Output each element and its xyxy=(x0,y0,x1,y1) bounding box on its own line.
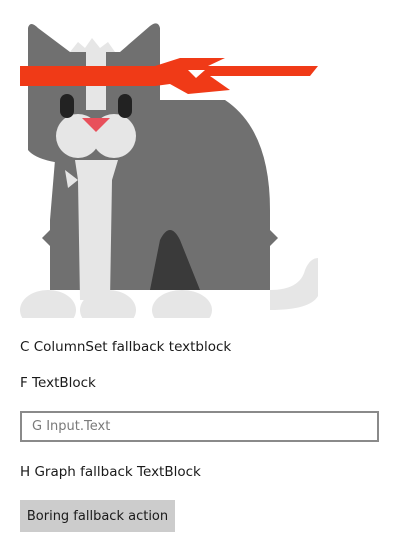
graph-fallback-text: H Graph fallback TextBlock xyxy=(20,464,201,480)
text-input[interactable] xyxy=(20,411,379,442)
adaptive-card: C ColumnSet fallback textblock F TextBlo… xyxy=(0,0,400,552)
column-set-fallback-text: C ColumnSet fallback textblock xyxy=(20,339,232,355)
textblock-f: F TextBlock xyxy=(20,375,96,391)
ninja-cat-image xyxy=(20,23,318,318)
fallback-action-button[interactable]: Boring fallback action xyxy=(20,500,175,532)
